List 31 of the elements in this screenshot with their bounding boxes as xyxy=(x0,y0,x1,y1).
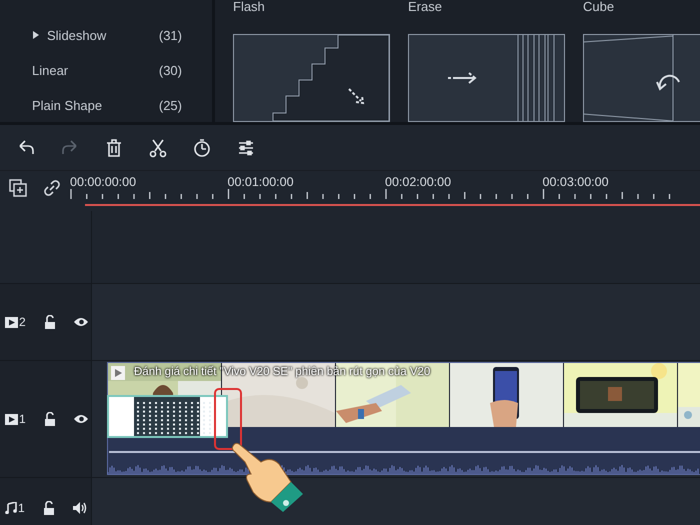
video-track-label: 2 xyxy=(5,315,26,329)
link-button[interactable] xyxy=(43,179,61,197)
transition-thumbnail[interactable] xyxy=(408,34,565,122)
time-label: 00:00:00:00 xyxy=(70,175,138,189)
timeline-ruler[interactable]: 00:00:00:00 00:01:00:00 00:02:00:00 00:03:00:00 xyxy=(70,171,700,211)
unlock-icon[interactable] xyxy=(44,412,56,426)
category-item[interactable]: Plain Shape (25) xyxy=(32,96,212,114)
adjust-button[interactable] xyxy=(236,138,256,158)
delete-button[interactable] xyxy=(104,138,124,158)
time-label: 00:01:00:00 xyxy=(228,175,295,189)
pointing-hand-icon xyxy=(231,440,303,512)
time-label: 00:02:00:00 xyxy=(385,175,452,189)
category-item[interactable]: Slideshow (31) xyxy=(32,26,212,44)
expand-arrow-icon[interactable] xyxy=(32,31,40,39)
speed-button[interactable] xyxy=(192,138,212,158)
unlock-icon[interactable] xyxy=(44,315,56,329)
category-item[interactable]: Linear (30) xyxy=(32,61,212,79)
transition-thumbnail[interactable] xyxy=(583,34,700,122)
audio-track-label: 1 xyxy=(5,501,25,515)
eye-icon[interactable] xyxy=(74,414,88,424)
transition-label: Cube xyxy=(583,0,616,14)
transition-thumbnail[interactable] xyxy=(233,34,390,122)
cut-button[interactable] xyxy=(148,138,168,158)
transition-label: Erase xyxy=(408,0,443,14)
video-track-label: 1 xyxy=(5,412,26,426)
transition-label: Flash xyxy=(233,0,266,14)
eye-icon[interactable] xyxy=(74,317,88,327)
speaker-icon[interactable] xyxy=(72,502,87,514)
add-track-button[interactable] xyxy=(9,179,27,197)
unlock-icon[interactable] xyxy=(42,501,55,515)
time-label: 00:03:00:00 xyxy=(542,175,610,189)
